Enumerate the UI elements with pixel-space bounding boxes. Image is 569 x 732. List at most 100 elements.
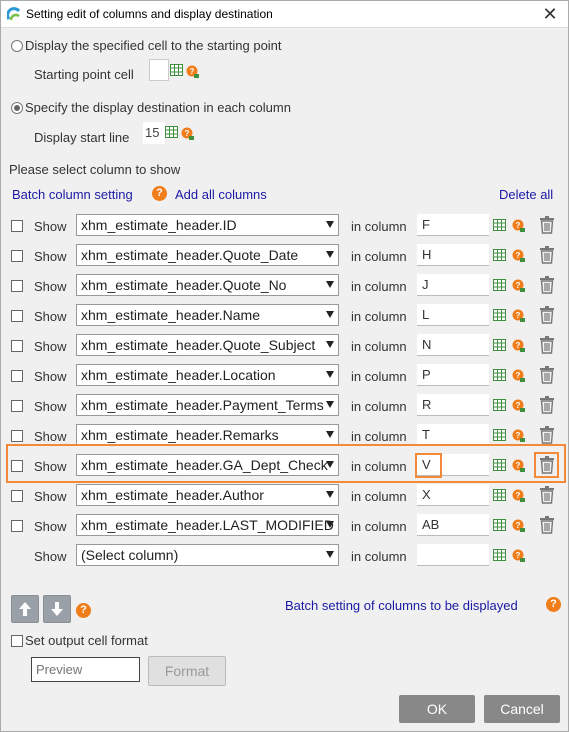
column-select[interactable]: xhm_estimate_header.Name bbox=[76, 304, 339, 326]
set-output-format-checkbox[interactable] bbox=[11, 635, 23, 647]
starting-point-label: Starting point cell bbox=[34, 67, 134, 82]
column-select-value: xhm_estimate_header.LAST_MODIFIED bbox=[81, 517, 334, 533]
format-button[interactable]: Format bbox=[148, 656, 226, 686]
row-show-checkbox[interactable] bbox=[11, 490, 23, 502]
help-icon[interactable]: ? bbox=[512, 489, 526, 503]
destination-column-input[interactable]: R bbox=[417, 394, 489, 416]
destination-column-input[interactable] bbox=[417, 544, 489, 566]
help-icon[interactable]: ? bbox=[186, 65, 200, 79]
svg-text:?: ? bbox=[516, 251, 521, 260]
trash-icon[interactable] bbox=[540, 396, 554, 414]
destination-column-input[interactable]: J bbox=[417, 274, 489, 296]
trash-icon[interactable] bbox=[540, 366, 554, 384]
help-icon[interactable]: ? bbox=[512, 339, 526, 353]
highlight-column-input bbox=[415, 453, 442, 478]
row-show-checkbox[interactable] bbox=[11, 370, 23, 382]
column-select[interactable]: xhm_estimate_header.Quote_No bbox=[76, 274, 339, 296]
row-show-checkbox[interactable] bbox=[11, 400, 23, 412]
svg-text:?: ? bbox=[516, 281, 521, 290]
trash-icon[interactable] bbox=[540, 486, 554, 504]
chevron-down-icon bbox=[326, 521, 334, 528]
batch-setting-displayed-link[interactable]: Batch setting of columns to be displayed bbox=[285, 598, 518, 613]
help-icon[interactable]: ? bbox=[512, 249, 526, 263]
column-select[interactable]: xhm_estimate_header.LAST_MODIFIED bbox=[76, 514, 339, 536]
destination-column-input[interactable]: F bbox=[417, 214, 489, 236]
grid-select-icon[interactable] bbox=[493, 429, 507, 442]
row-show-checkbox[interactable] bbox=[11, 310, 23, 322]
destination-column-input[interactable]: H bbox=[417, 244, 489, 266]
move-up-button[interactable] bbox=[11, 595, 39, 623]
help-icon[interactable]: ? bbox=[512, 399, 526, 413]
grid-select-icon[interactable] bbox=[493, 369, 507, 382]
column-select[interactable]: xhm_estimate_header.Location bbox=[76, 364, 339, 386]
display-start-line-label: Display start line bbox=[34, 130, 130, 145]
grid-select-icon[interactable] bbox=[493, 489, 507, 502]
help-icon[interactable]: ? bbox=[546, 597, 561, 612]
column-select[interactable]: xhm_estimate_header.Quote_Date bbox=[76, 244, 339, 266]
move-down-button[interactable] bbox=[43, 595, 71, 623]
column-select[interactable]: xhm_estimate_header.Quote_Subject bbox=[76, 334, 339, 356]
column-select[interactable]: xhm_estimate_header.Payment_Terms bbox=[76, 394, 339, 416]
help-icon[interactable]: ? bbox=[152, 186, 167, 201]
trash-icon[interactable] bbox=[540, 516, 554, 534]
batch-column-setting-link[interactable]: Batch column setting bbox=[12, 187, 133, 202]
grid-select-icon[interactable] bbox=[170, 64, 184, 77]
display-start-line-input[interactable]: 15 bbox=[143, 122, 165, 144]
column-select[interactable]: xhm_estimate_header.Author bbox=[76, 484, 339, 506]
row-show-checkbox[interactable] bbox=[11, 280, 23, 292]
help-icon[interactable]: ? bbox=[512, 549, 526, 563]
help-icon[interactable]: ? bbox=[76, 603, 91, 618]
help-icon[interactable]: ? bbox=[512, 279, 526, 293]
radio-display-destination[interactable] bbox=[11, 102, 23, 114]
row-show-checkbox[interactable] bbox=[11, 340, 23, 352]
close-button[interactable]: ✕ bbox=[540, 4, 560, 24]
help-icon[interactable]: ? bbox=[512, 309, 526, 323]
grid-select-icon[interactable] bbox=[493, 339, 507, 352]
help-icon[interactable]: ? bbox=[512, 369, 526, 383]
grid-select-icon[interactable] bbox=[493, 519, 507, 532]
svg-text:?: ? bbox=[516, 551, 521, 560]
grid-select-icon[interactable] bbox=[493, 399, 507, 412]
svg-text:?: ? bbox=[516, 431, 521, 440]
help-icon[interactable]: ? bbox=[512, 519, 526, 533]
grid-select-icon[interactable] bbox=[493, 309, 507, 322]
trash-icon[interactable] bbox=[540, 216, 554, 234]
destination-column-input[interactable]: AB bbox=[417, 514, 489, 536]
cancel-button[interactable]: Cancel bbox=[484, 695, 560, 723]
destination-column-input[interactable]: L bbox=[417, 304, 489, 326]
trash-icon[interactable] bbox=[540, 246, 554, 264]
grid-select-icon[interactable] bbox=[493, 249, 507, 262]
grid-select-icon[interactable] bbox=[493, 219, 507, 232]
trash-icon[interactable] bbox=[540, 276, 554, 294]
row-show-checkbox[interactable] bbox=[11, 220, 23, 232]
grid-select-icon[interactable] bbox=[493, 279, 507, 292]
column-select[interactable]: xhm_estimate_header.Remarks bbox=[76, 424, 339, 446]
destination-column-input[interactable]: T bbox=[417, 424, 489, 446]
set-output-format-label: Set output cell format bbox=[25, 633, 148, 648]
trash-icon[interactable] bbox=[540, 336, 554, 354]
trash-icon[interactable] bbox=[540, 306, 554, 324]
radio-starting-point[interactable] bbox=[11, 40, 23, 52]
help-icon[interactable]: ? bbox=[512, 219, 526, 233]
destination-column-input[interactable]: X bbox=[417, 484, 489, 506]
column-select[interactable]: xhm_estimate_header.ID bbox=[76, 214, 339, 236]
row-in-column-label: in column bbox=[351, 519, 407, 534]
trash-icon[interactable] bbox=[540, 426, 554, 444]
svg-text:?: ? bbox=[516, 221, 521, 230]
help-icon[interactable]: ? bbox=[181, 127, 195, 141]
row-show-checkbox[interactable] bbox=[11, 520, 23, 532]
delete-all-link[interactable]: Delete all bbox=[499, 187, 553, 202]
help-icon[interactable]: ? bbox=[512, 429, 526, 443]
preview-input[interactable] bbox=[31, 657, 140, 682]
add-all-columns-link[interactable]: Add all columns bbox=[175, 187, 267, 202]
highlight-delete-icon bbox=[534, 452, 559, 478]
grid-select-icon[interactable] bbox=[165, 126, 179, 139]
destination-column-input[interactable]: P bbox=[417, 364, 489, 386]
column-select[interactable]: (Select column) bbox=[76, 544, 339, 566]
ok-button[interactable]: OK bbox=[399, 695, 475, 723]
starting-point-input[interactable] bbox=[149, 59, 169, 81]
grid-select-icon[interactable] bbox=[493, 549, 507, 562]
destination-column-input[interactable]: N bbox=[417, 334, 489, 356]
row-show-checkbox[interactable] bbox=[11, 430, 23, 442]
row-show-checkbox[interactable] bbox=[11, 250, 23, 262]
